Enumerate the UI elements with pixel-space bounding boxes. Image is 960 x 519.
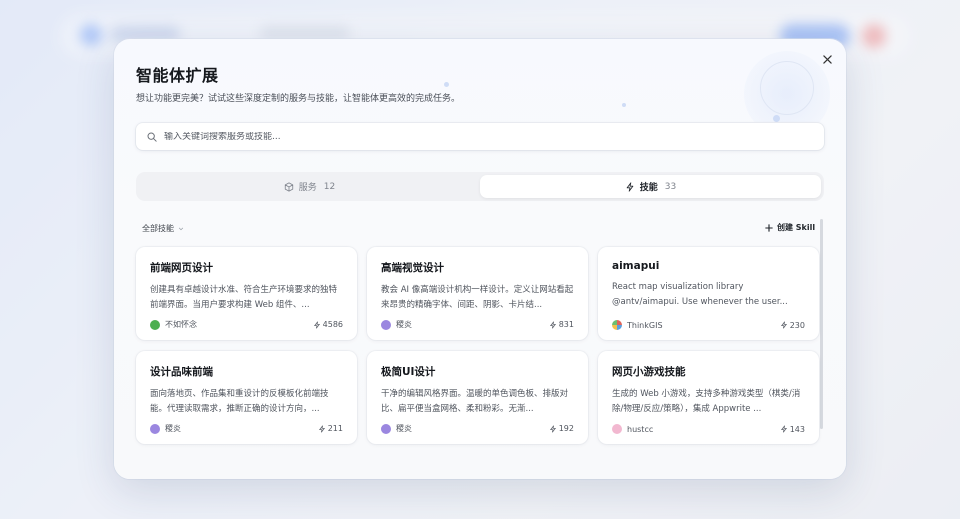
agent-extension-modal: 智能体扩展 想让功能更完美？试试这些深度定制的服务与技能，让智能体更高效的完成任… xyxy=(114,39,846,479)
search-icon xyxy=(147,132,157,142)
skill-card[interactable]: 设计品味前端 面向落地页、作品集和重设计的反模板化前端技能。代理读取需求，推断正… xyxy=(136,351,357,444)
search-box[interactable] xyxy=(136,123,824,150)
tab-services-count: 12 xyxy=(323,181,336,192)
skill-card[interactable]: 网页小游戏技能 生成的 Web 小游戏，支持多种游戏类型（棋类/消除/物理/反应… xyxy=(598,351,819,444)
tab-skills[interactable]: 技能 33 xyxy=(480,175,821,198)
skill-card[interactable]: 高端视觉设计 教会 AI 像高端设计机构一样设计。定义让网站看起来昂贵的精确字体… xyxy=(367,247,588,340)
card-description: 干净的编辑风格界面。温暖的单色调色板、排版对比、扁平便当盒网格、柔和粉彩。无渐.… xyxy=(381,389,569,414)
card-author: 稷炎 xyxy=(165,424,181,433)
search-input[interactable] xyxy=(164,131,804,142)
card-author: 不如怀念 xyxy=(165,320,197,329)
card-usage-count: 211 xyxy=(327,424,343,433)
card-title: 高端视觉设计 xyxy=(381,262,444,274)
create-skill-label: 创建 Skill xyxy=(777,223,816,232)
lightning-icon xyxy=(318,424,325,433)
decoration-dot xyxy=(622,103,626,107)
skill-card[interactable]: 前端网页设计 创建具有卓越设计水准、符合生产环境要求的独特前端界面。当用户要求构… xyxy=(136,247,357,340)
chevron-down-icon xyxy=(178,227,184,230)
close-button[interactable] xyxy=(818,50,836,68)
decoration-dot xyxy=(444,82,449,87)
card-title: 网页小游戏技能 xyxy=(612,366,686,378)
card-description: 生成的 Web 小游戏，支持多种游戏类型（棋类/消除/物理/反应/策略），集成 … xyxy=(612,389,801,414)
avatar xyxy=(381,319,391,330)
skill-card[interactable]: aimapui React map visualization library … xyxy=(598,247,819,340)
card-usage-count: 143 xyxy=(789,424,805,434)
tab-skills-count: 33 xyxy=(664,181,677,192)
card-title: 设计品味前端 xyxy=(150,366,213,378)
card-usage-count: 831 xyxy=(558,320,574,329)
lightning-icon xyxy=(549,320,556,329)
tab-services-label: 服务 xyxy=(298,183,317,193)
lightning-icon xyxy=(780,425,787,433)
cube-icon xyxy=(284,181,293,192)
card-usage-count: 192 xyxy=(558,424,574,433)
plus-icon xyxy=(765,223,773,232)
card-author: hustcc xyxy=(627,424,654,434)
card-author: ThinkGIS xyxy=(627,320,663,330)
skill-card[interactable]: 极简UI设计 干净的编辑风格界面。温暖的单色调色板、排版对比、扁平便当盒网格、柔… xyxy=(367,351,588,444)
modal-subtitle: 想让功能更完美？试试这些深度定制的服务与技能，让智能体更高效的完成任务。 xyxy=(136,94,461,104)
avatar xyxy=(150,319,160,330)
lightning-icon xyxy=(626,181,634,192)
avatar xyxy=(612,320,622,330)
card-usage-count: 230 xyxy=(789,320,805,330)
card-description: 面向落地页、作品集和重设计的反模板化前端技能。代理读取需求，推断正确的设计方向，… xyxy=(150,389,329,414)
close-icon xyxy=(822,54,832,64)
avatar xyxy=(381,423,391,434)
skill-filter-dropdown[interactable]: 全部技能 xyxy=(142,223,184,234)
card-description: React map visualization library @antv/ai… xyxy=(612,282,788,307)
card-title: 前端网页设计 xyxy=(150,262,213,274)
card-usage-count: 4586 xyxy=(322,320,343,329)
tab-bar: 服务 12 技能 33 xyxy=(136,172,824,201)
decoration-ring xyxy=(760,61,814,115)
lightning-icon xyxy=(313,320,320,329)
tab-services[interactable]: 服务 12 xyxy=(139,175,480,198)
modal-title: 智能体扩展 xyxy=(136,66,219,85)
avatar xyxy=(150,423,160,434)
card-title: 极简UI设计 xyxy=(381,366,436,378)
lightning-icon xyxy=(780,321,787,329)
tab-skills-label: 技能 xyxy=(639,183,658,193)
lightning-icon xyxy=(549,424,556,433)
list-fade-overlay xyxy=(114,444,846,479)
card-description: 创建具有卓越设计水准、符合生产环境要求的独特前端界面。当用户要求构建 Web 组… xyxy=(150,285,338,310)
card-author: 稷炎 xyxy=(396,320,412,329)
create-skill-button[interactable]: 创建 Skill xyxy=(765,222,815,233)
card-author: 稷炎 xyxy=(396,424,412,433)
decoration-dot xyxy=(773,115,780,122)
avatar xyxy=(612,424,622,434)
filter-label: 全部技能 xyxy=(142,224,174,233)
card-description: 教会 AI 像高端设计机构一样设计。定义让网站看起来昂贵的精确字体、间距、阴影、… xyxy=(381,285,574,310)
scrollbar[interactable] xyxy=(820,219,823,429)
card-title: aimapui xyxy=(612,260,660,272)
